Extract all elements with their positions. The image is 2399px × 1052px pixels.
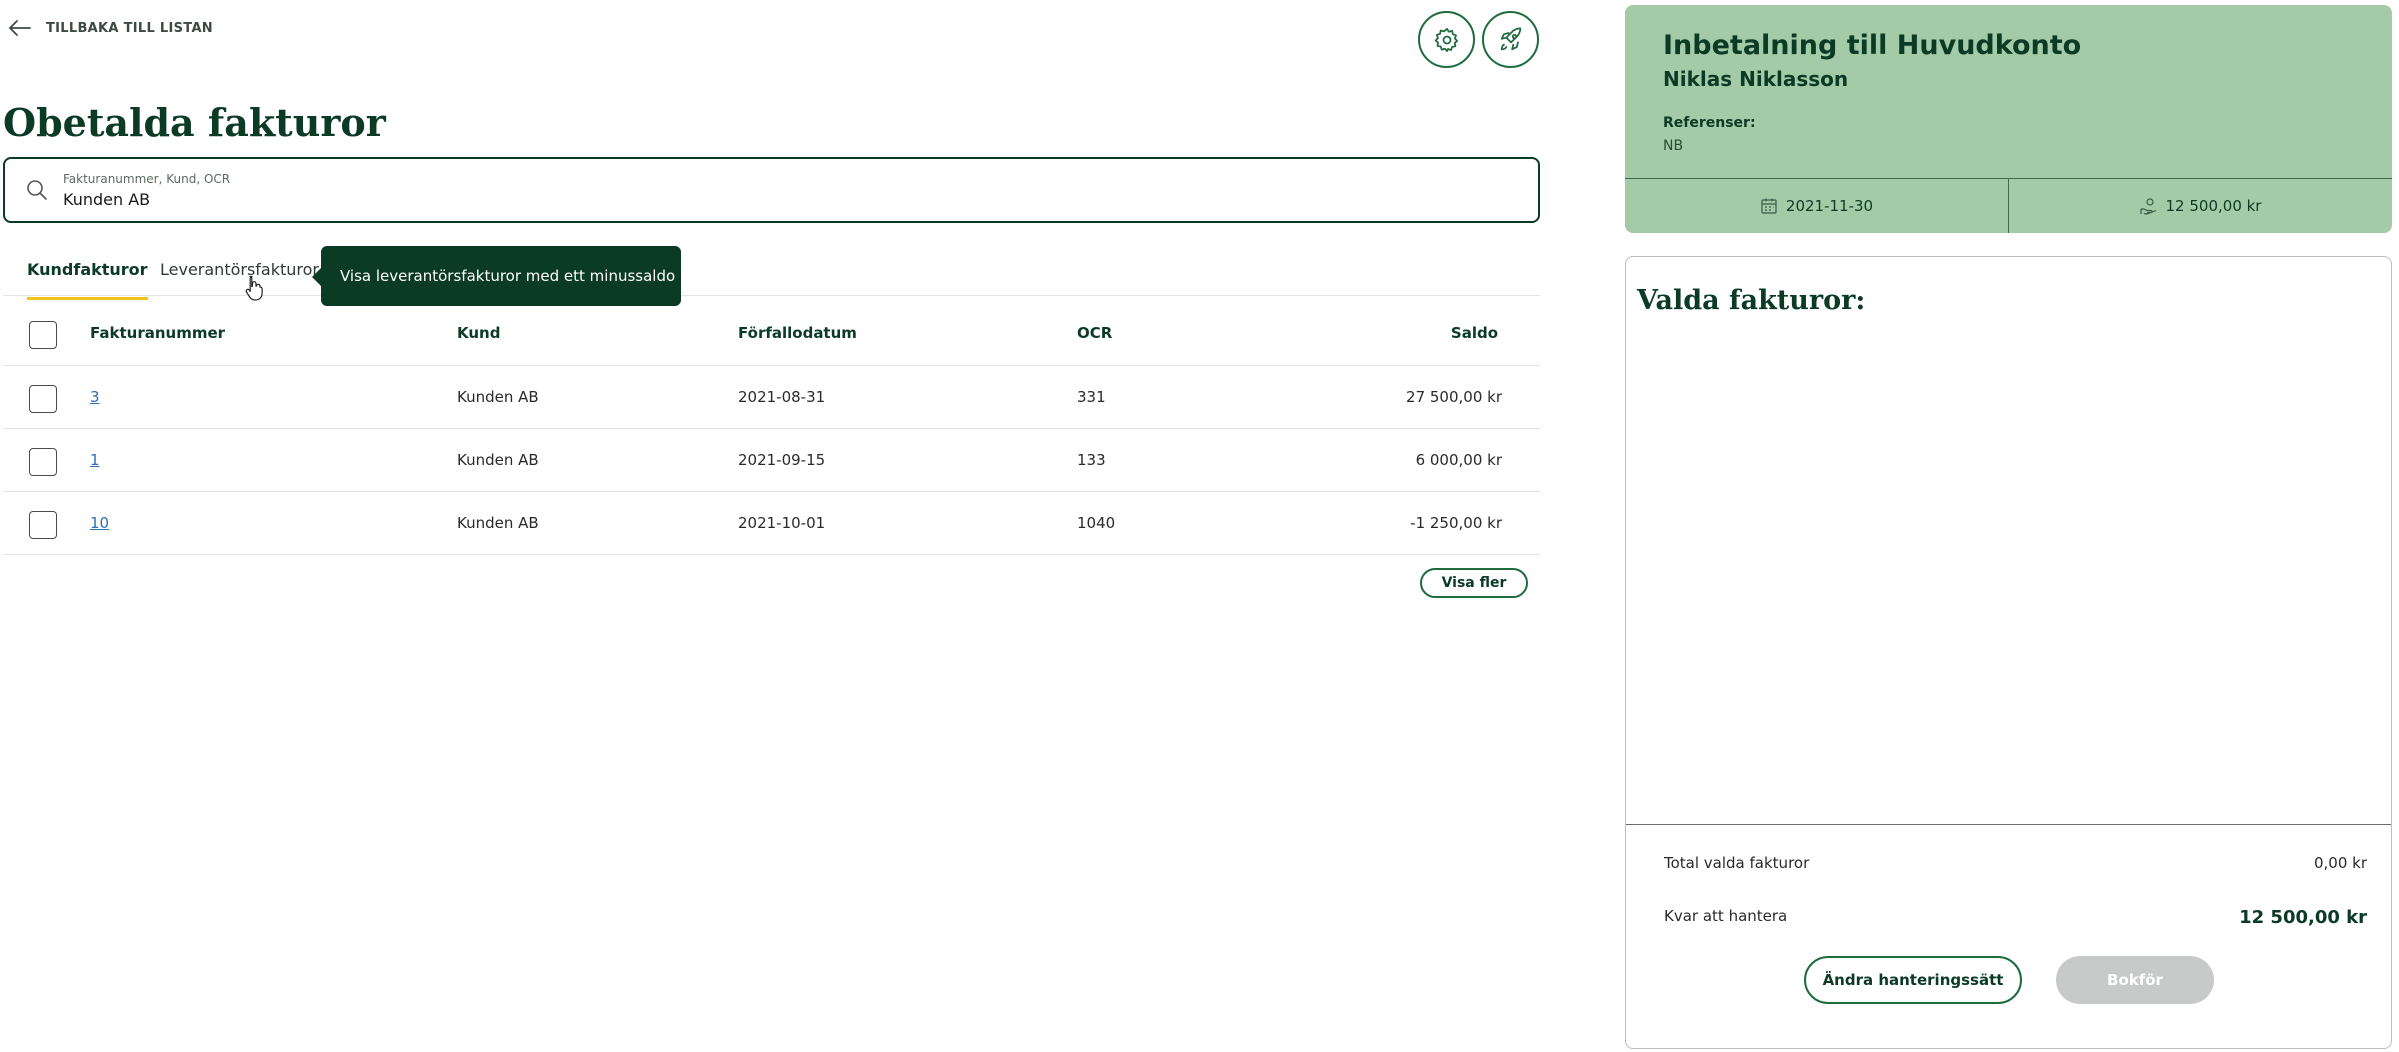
hand-pointer-cursor-icon bbox=[245, 275, 263, 301]
references-label: Referenser: bbox=[1663, 115, 1756, 131]
search-input[interactable] bbox=[63, 189, 863, 209]
rocket-button[interactable] bbox=[1482, 11, 1539, 68]
payment-amount: 12 500,00 kr bbox=[2009, 179, 2392, 233]
calendar-icon bbox=[1761, 198, 1777, 214]
summary-divider bbox=[1626, 824, 2391, 825]
invoice-number-link[interactable]: 3 bbox=[90, 388, 100, 406]
table-row: 10 Kunden AB 2021-10-01 1040 -1 250,00 k… bbox=[3, 492, 1540, 555]
column-header-ocr[interactable]: OCR bbox=[1077, 324, 1112, 342]
total-selected-label: Total valda fakturor bbox=[1664, 854, 1810, 872]
balance-cell: 27 500,00 kr bbox=[1406, 388, 1502, 406]
ocr-cell: 133 bbox=[1077, 451, 1106, 469]
back-to-list-link[interactable]: TILLBAKA TILL LISTAN bbox=[6, 14, 213, 42]
rocket-icon bbox=[1500, 26, 1521, 50]
arrow-left-icon bbox=[9, 20, 31, 36]
back-label: TILLBAKA TILL LISTAN bbox=[46, 20, 213, 36]
ocr-cell: 331 bbox=[1077, 388, 1106, 406]
payment-date-value: 2021-11-30 bbox=[1785, 197, 1874, 215]
remaining-row: Kvar att hantera 12 500,00 kr bbox=[1664, 907, 2367, 928]
row-checkbox[interactable] bbox=[29, 385, 57, 413]
change-handling-method-button[interactable]: Ändra hanteringssätt bbox=[1804, 956, 2022, 1004]
remaining-value: 12 500,00 kr bbox=[2239, 907, 2367, 928]
payment-date: 2021-11-30 bbox=[1625, 179, 2009, 233]
gear-icon bbox=[1434, 27, 1458, 52]
tooltip-text: Visa leverantörsfakturor med ett minussa… bbox=[340, 267, 676, 285]
references-value: NB bbox=[1663, 138, 1684, 154]
tab-customer-invoices[interactable]: Kundfakturor bbox=[27, 260, 148, 300]
payment-amount-value: 12 500,00 kr bbox=[2165, 197, 2262, 215]
invoice-number-link[interactable]: 10 bbox=[90, 514, 109, 532]
total-selected-row: Total valda fakturor 0,00 kr bbox=[1664, 854, 2367, 872]
balance-cell: 6 000,00 kr bbox=[1415, 451, 1502, 469]
settings-button[interactable] bbox=[1418, 11, 1475, 68]
row-checkbox[interactable] bbox=[29, 448, 57, 476]
column-header-balance[interactable]: Saldo bbox=[1451, 324, 1498, 342]
search-floating-label: Fakturanummer, Kund, OCR bbox=[63, 171, 231, 186]
selected-invoices-panel: Valda fakturor: Total valda fakturor 0,0… bbox=[1625, 256, 2392, 1049]
balance-cell: -1 250,00 kr bbox=[1410, 514, 1502, 532]
row-checkbox[interactable] bbox=[29, 511, 57, 539]
due-date-cell: 2021-10-01 bbox=[738, 514, 826, 532]
remaining-label: Kvar att hantera bbox=[1664, 907, 1788, 925]
table-row: 3 Kunden AB 2021-08-31 331 27 500,00 kr bbox=[3, 366, 1540, 429]
invoice-number-link[interactable]: 1 bbox=[90, 451, 100, 469]
total-selected-value: 0,00 kr bbox=[2313, 854, 2367, 872]
payment-card: Inbetalning till Huvudkonto Niklas Nikla… bbox=[1625, 5, 2392, 233]
table-row: 1 Kunden AB 2021-09-15 133 6 000,00 kr bbox=[3, 429, 1540, 492]
selected-invoices-title: Valda fakturor: bbox=[1637, 285, 1866, 316]
tab-supplier-invoices[interactable]: Leverantörsfakturor bbox=[160, 260, 319, 279]
invoice-table: Fakturanummer Kund Förfallodatum OCR Sal… bbox=[3, 300, 1540, 555]
search-box[interactable]: Fakturanummer, Kund, OCR bbox=[3, 157, 1540, 223]
due-date-cell: 2021-08-31 bbox=[738, 388, 826, 406]
table-header-row: Fakturanummer Kund Förfallodatum OCR Sal… bbox=[3, 300, 1540, 366]
customer-cell: Kunden AB bbox=[457, 514, 539, 532]
invoice-tabs: Kundfakturor Leverantörsfakturor bbox=[3, 242, 1540, 300]
customer-cell: Kunden AB bbox=[457, 388, 539, 406]
customer-cell: Kunden AB bbox=[457, 451, 539, 469]
select-all-checkbox[interactable] bbox=[29, 321, 57, 349]
show-more-button[interactable]: Visa fler bbox=[1420, 568, 1528, 598]
search-icon bbox=[27, 180, 47, 200]
payer-name: Niklas Niklasson bbox=[1663, 67, 1849, 91]
ocr-cell: 1040 bbox=[1077, 514, 1116, 532]
due-date-cell: 2021-09-15 bbox=[738, 451, 826, 469]
column-header-invoice-number[interactable]: Fakturanummer bbox=[90, 324, 225, 342]
column-header-due-date[interactable]: Förfallodatum bbox=[738, 324, 857, 342]
tooltip: Visa leverantörsfakturor med ett minussa… bbox=[312, 246, 681, 306]
book-button[interactable]: Bokför bbox=[2056, 956, 2214, 1004]
page-title: Obetalda fakturor bbox=[3, 100, 386, 145]
money-hand-icon bbox=[2139, 198, 2156, 215]
payment-details: 2021-11-30 12 500,00 kr bbox=[1625, 178, 2392, 233]
payment-title: Inbetalning till Huvudkonto bbox=[1663, 30, 2082, 61]
column-header-customer[interactable]: Kund bbox=[457, 324, 500, 342]
